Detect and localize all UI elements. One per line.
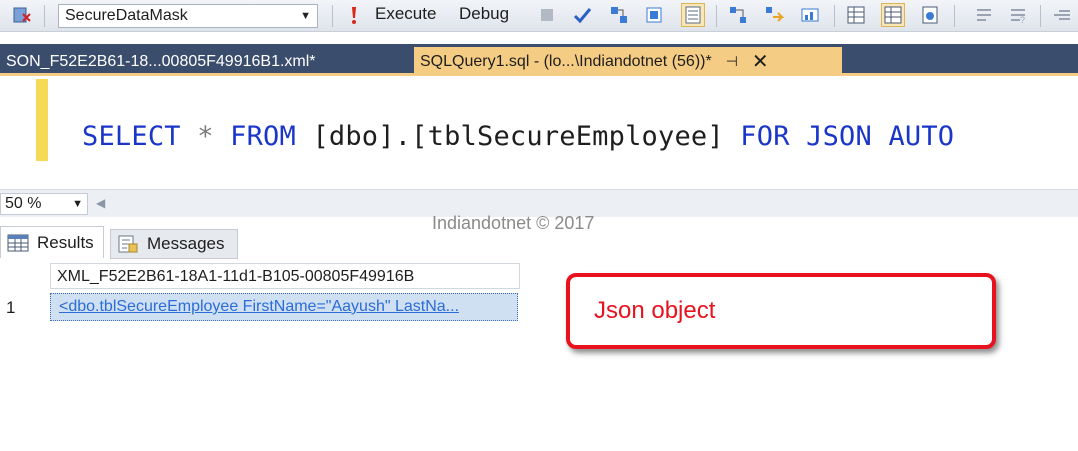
debug-button[interactable]: Debug — [459, 4, 509, 24]
chevron-down-icon: ▼ — [300, 10, 311, 22]
table-reference: [dbo].[tblSecureEmployee] — [312, 121, 724, 152]
result-cell-link[interactable]: <dbo.tblSecureEmployee FirstName="Aayush… — [50, 293, 518, 321]
results-to-grid-icon[interactable] — [846, 5, 866, 25]
client-statistics-icon[interactable] — [800, 5, 820, 25]
decrease-indent-icon[interactable] — [1052, 5, 1072, 25]
execute-button[interactable]: Execute — [375, 4, 436, 24]
keyword-for: FOR — [740, 121, 790, 152]
row-number: 1 — [6, 298, 16, 317]
zoom-value: 50 % — [5, 195, 42, 212]
query-options-icon[interactable] — [644, 5, 664, 25]
keyword-json: JSON — [806, 121, 872, 152]
stop-icon[interactable] — [537, 5, 557, 25]
uncomment-lines-icon[interactable]: ? — [1008, 5, 1028, 25]
query-editor[interactable]: SELECT * FROM [dbo].[tblSecureEmployee] … — [0, 79, 1078, 189]
messages-icon — [117, 234, 139, 254]
code-line[interactable]: SELECT * FROM [dbo].[tblSecureEmployee] … — [82, 121, 954, 152]
tab-results-label: Results — [37, 232, 94, 252]
scroll-left-icon[interactable]: ◀ — [96, 196, 105, 210]
column-header[interactable]: XML_F52E2B61-18A1-11d1-B105-00805F49916B — [50, 263, 520, 289]
display-plan-icon[interactable] — [609, 5, 629, 25]
document-tab-strip: SON_F52E2B61-18...00805F49916B1.xml* SQL… — [0, 44, 1078, 76]
tab-sqlquery1-label: SQLQuery1.sql - (lo...\Indiandotnet (56)… — [420, 52, 712, 70]
live-statistics-icon[interactable] — [764, 5, 784, 25]
database-select[interactable]: SecureDataMask ▼ — [58, 4, 318, 28]
tab-messages[interactable]: Messages — [110, 229, 238, 259]
chevron-down-icon: ▼ — [72, 198, 83, 210]
grid-icon — [7, 234, 29, 252]
parse-checkmark-icon[interactable] — [572, 5, 592, 25]
toolbar: SecureDataMask ▼ Execute Debug ? — [0, 0, 1078, 32]
execute-icon[interactable] — [344, 5, 364, 25]
tab-xml-result-label: SON_F52E2B61-18...00805F49916B1.xml* — [6, 52, 316, 70]
close-icon[interactable]: ✕ — [752, 49, 769, 74]
comment-lines-icon[interactable] — [974, 5, 994, 25]
results-to-file-icon[interactable] — [920, 5, 940, 25]
results-to-text-icon[interactable] — [681, 3, 705, 27]
result-tabs: Results Messages — [0, 226, 1078, 260]
annotation-callout: Json object — [566, 273, 996, 349]
svg-text:?: ? — [1020, 15, 1025, 25]
tab-results[interactable]: Results — [0, 226, 104, 258]
results-grid-active-icon[interactable] — [881, 3, 905, 27]
tab-xml-result[interactable]: SON_F52E2B61-18...00805F49916B1.xml* — [0, 47, 410, 76]
annotation-text: Json object — [594, 297, 716, 324]
tab-sqlquery1[interactable]: SQLQuery1.sql - (lo...\Indiandotnet (56)… — [414, 47, 842, 76]
operator-star: * — [197, 121, 214, 152]
include-plan-icon[interactable] — [728, 5, 748, 25]
keyword-select: SELECT — [82, 121, 181, 152]
zoom-select[interactable]: 50 % ▼ — [0, 193, 88, 215]
database-select-value: SecureDataMask — [65, 7, 188, 24]
keyword-from: FROM — [230, 121, 296, 152]
database-connection-icon[interactable] — [12, 5, 32, 25]
pin-icon[interactable]: ⊣ — [726, 53, 738, 70]
keyword-auto: AUTO — [888, 121, 955, 152]
tab-messages-label: Messages — [147, 234, 225, 253]
change-tracking-margin — [36, 79, 48, 161]
